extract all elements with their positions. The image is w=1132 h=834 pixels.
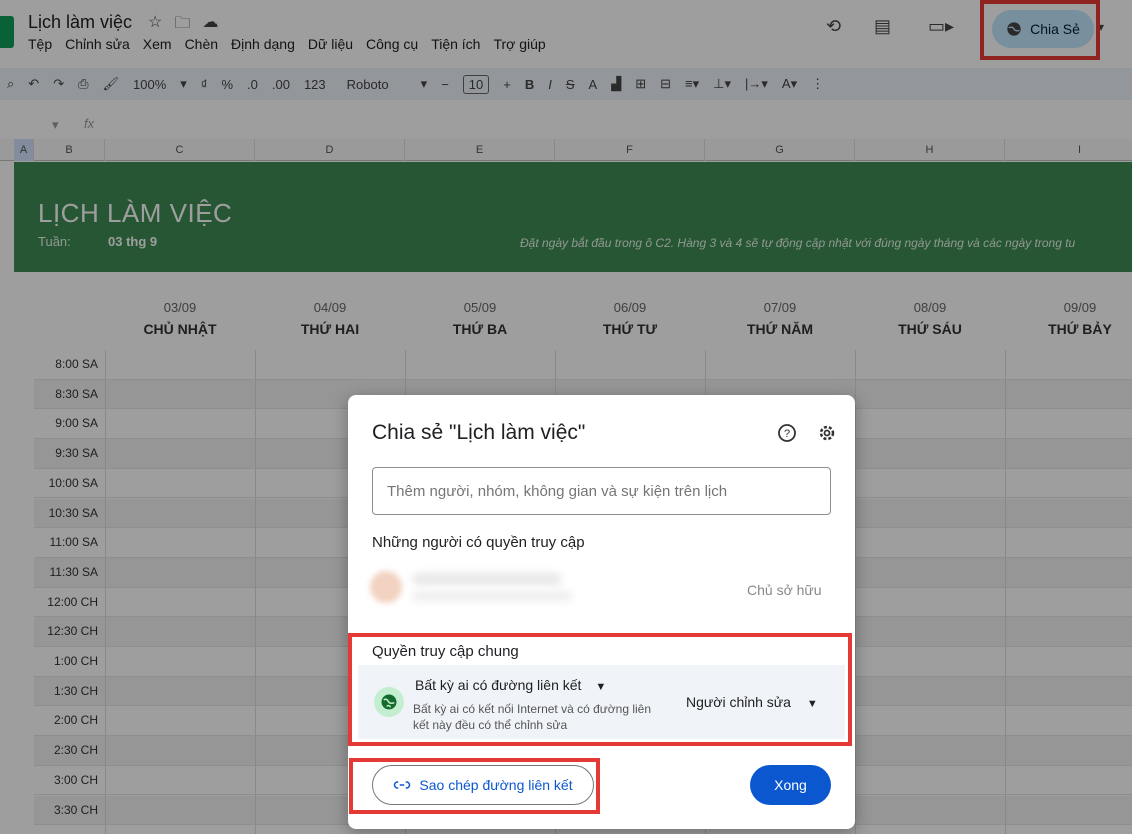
general-access-highlight-box	[348, 633, 852, 746]
done-button[interactable]: Xong	[750, 765, 831, 805]
settings-gear-icon[interactable]	[817, 423, 837, 443]
copy-link-highlight-box	[349, 758, 600, 814]
people-with-access-heading: Những người có quyền truy cập	[372, 534, 585, 551]
add-people-input[interactable]	[372, 467, 831, 515]
svg-text:?: ?	[784, 428, 790, 440]
help-icon[interactable]: ?	[777, 423, 797, 443]
owner-email-blurred	[412, 591, 572, 601]
avatar	[370, 571, 402, 603]
owner-role-label: Chủ sở hữu	[747, 582, 822, 598]
owner-name-blurred	[412, 573, 562, 585]
dialog-title: Chia sẻ "Lịch làm việc"	[372, 421, 586, 444]
